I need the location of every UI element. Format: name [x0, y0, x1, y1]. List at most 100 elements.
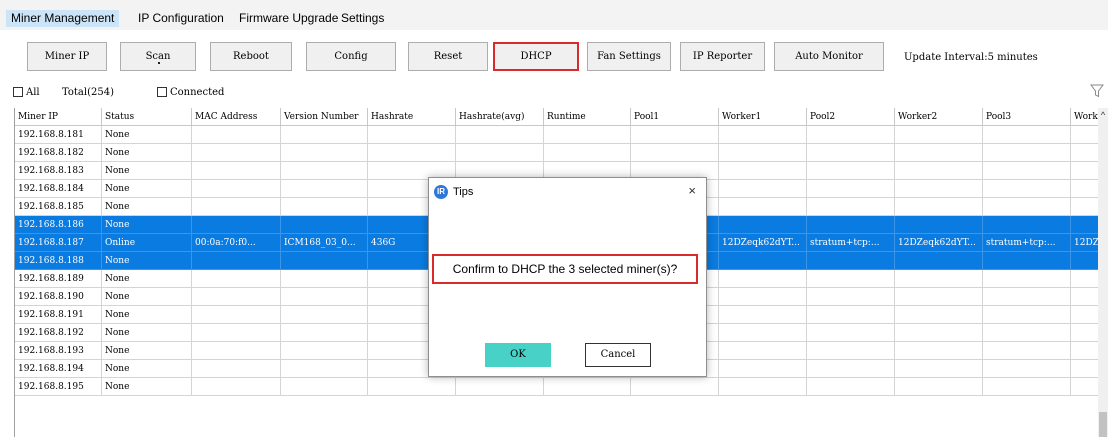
cell-worker3 [1071, 270, 1099, 288]
ip-reporter-button[interactable]: IP Reporter [680, 42, 765, 71]
scroll-thumb[interactable] [1099, 412, 1107, 437]
cell-version-number [281, 324, 368, 342]
checkbox-box[interactable] [157, 87, 167, 97]
col-worker3[interactable]: Work [1071, 108, 1099, 126]
cell-pool2: stratum+tcp:... [807, 234, 895, 252]
cell-worker3 [1071, 162, 1099, 180]
cell-miner-ip: 192.168.8.188 [15, 252, 102, 270]
checkbox-box[interactable] [13, 87, 23, 97]
table-row[interactable]: 192.168.8.182 None [15, 144, 1099, 162]
config-button[interactable]: Config [306, 42, 396, 71]
cell-worker3 [1071, 306, 1099, 324]
col-pool1[interactable]: Pool1 [631, 108, 719, 126]
dhcp-button[interactable]: DHCP [493, 42, 579, 71]
cell-worker2 [895, 144, 983, 162]
reset-button[interactable]: Reset [408, 42, 488, 71]
cell-worker1: 12DZeqk62dYT... [719, 234, 807, 252]
cell-pool1 [631, 126, 719, 144]
col-worker1[interactable]: Worker1 [719, 108, 807, 126]
menu-bar: Miner Management IP Configuration Firmwa… [0, 0, 1108, 30]
cell-pool3: stratum+tcp:... [983, 234, 1071, 252]
cell-mac-address [192, 270, 281, 288]
menu-settings[interactable]: Settings [336, 10, 389, 27]
col-runtime[interactable]: Runtime [544, 108, 631, 126]
cell-mac-address [192, 378, 281, 396]
cell-worker2 [895, 306, 983, 324]
auto-monitor-button[interactable]: Auto Monitor [774, 42, 884, 71]
col-version-number[interactable]: Version Number [281, 108, 368, 126]
cell-pool3 [983, 144, 1071, 162]
menu-miner-management[interactable]: Miner Management [6, 10, 120, 27]
col-miner-ip[interactable]: Miner IP [15, 108, 102, 126]
cell-miner-ip: 192.168.8.192 [15, 324, 102, 342]
fan-settings-button[interactable]: Fan Settings [587, 42, 671, 71]
col-pool2[interactable]: Pool2 [807, 108, 895, 126]
cell-status: None [102, 378, 192, 396]
dialog-message: Confirm to DHCP the 3 selected miner(s)? [432, 254, 698, 284]
close-icon[interactable]: × [688, 182, 696, 200]
cell-runtime [544, 144, 631, 162]
chevron-up-icon[interactable]: ^ [1098, 110, 1108, 120]
cell-worker3 [1071, 144, 1099, 162]
cell-pool3 [983, 126, 1071, 144]
cell-pool3 [983, 162, 1071, 180]
cancel-button[interactable]: Cancel [585, 343, 651, 367]
cell-hashrate-avg [456, 144, 544, 162]
cell-status: None [102, 288, 192, 306]
all-checkbox[interactable]: All [13, 86, 40, 100]
ok-button[interactable]: OK [485, 343, 551, 367]
cell-pool2 [807, 288, 895, 306]
cell-mac-address [192, 288, 281, 306]
cell-pool3 [983, 342, 1071, 360]
cell-pool2 [807, 342, 895, 360]
cell-version-number [281, 252, 368, 270]
cell-version-number [281, 270, 368, 288]
cell-worker1 [719, 180, 807, 198]
miner-ip-button[interactable]: Miner IP [27, 42, 107, 71]
cell-mac-address [192, 180, 281, 198]
cell-worker2 [895, 288, 983, 306]
reboot-button[interactable]: Reboot [210, 42, 292, 71]
cell-pool2 [807, 324, 895, 342]
cell-miner-ip: 192.168.8.185 [15, 198, 102, 216]
col-hashrate[interactable]: Hashrate [368, 108, 456, 126]
scan-button[interactable]: Scan [120, 42, 196, 71]
connected-checkbox[interactable]: Connected [157, 86, 224, 100]
scan-label: Scan [145, 51, 171, 62]
col-mac-address[interactable]: MAC Address [192, 108, 281, 126]
dot-indicator [158, 62, 160, 64]
cell-worker2 [895, 252, 983, 270]
cell-version-number [281, 144, 368, 162]
cell-runtime [544, 126, 631, 144]
table-row[interactable]: 192.168.8.181 None [15, 126, 1099, 144]
cell-pool3 [983, 306, 1071, 324]
vertical-scrollbar[interactable]: ^ [1098, 108, 1108, 437]
menu-firmware-upgrade[interactable]: Firmware Upgrade [234, 10, 343, 27]
col-hashrate-avg[interactable]: Hashrate(avg) [456, 108, 544, 126]
cell-worker1 [719, 306, 807, 324]
menu-ip-configuration[interactable]: IP Configuration [133, 10, 229, 27]
cell-status: None [102, 180, 192, 198]
cell-mac-address [192, 144, 281, 162]
cell-pool3 [983, 288, 1071, 306]
cell-mac-address [192, 216, 281, 234]
cell-worker2 [895, 324, 983, 342]
col-pool3[interactable]: Pool3 [983, 108, 1071, 126]
cell-miner-ip: 192.168.8.181 [15, 126, 102, 144]
cell-version-number [281, 306, 368, 324]
col-status[interactable]: Status [102, 108, 192, 126]
cell-status: None [102, 216, 192, 234]
cell-worker1 [719, 360, 807, 378]
cell-status: None [102, 198, 192, 216]
funnel-icon[interactable] [1090, 84, 1104, 98]
cell-pool2 [807, 360, 895, 378]
cell-worker2 [895, 126, 983, 144]
cell-pool2 [807, 144, 895, 162]
cell-pool3 [983, 180, 1071, 198]
table-row[interactable]: 192.168.8.195 None [15, 378, 1099, 396]
cell-status: None [102, 306, 192, 324]
cell-pool3 [983, 252, 1071, 270]
col-worker2[interactable]: Worker2 [895, 108, 983, 126]
cell-hashrate [368, 126, 456, 144]
cell-version-number [281, 162, 368, 180]
